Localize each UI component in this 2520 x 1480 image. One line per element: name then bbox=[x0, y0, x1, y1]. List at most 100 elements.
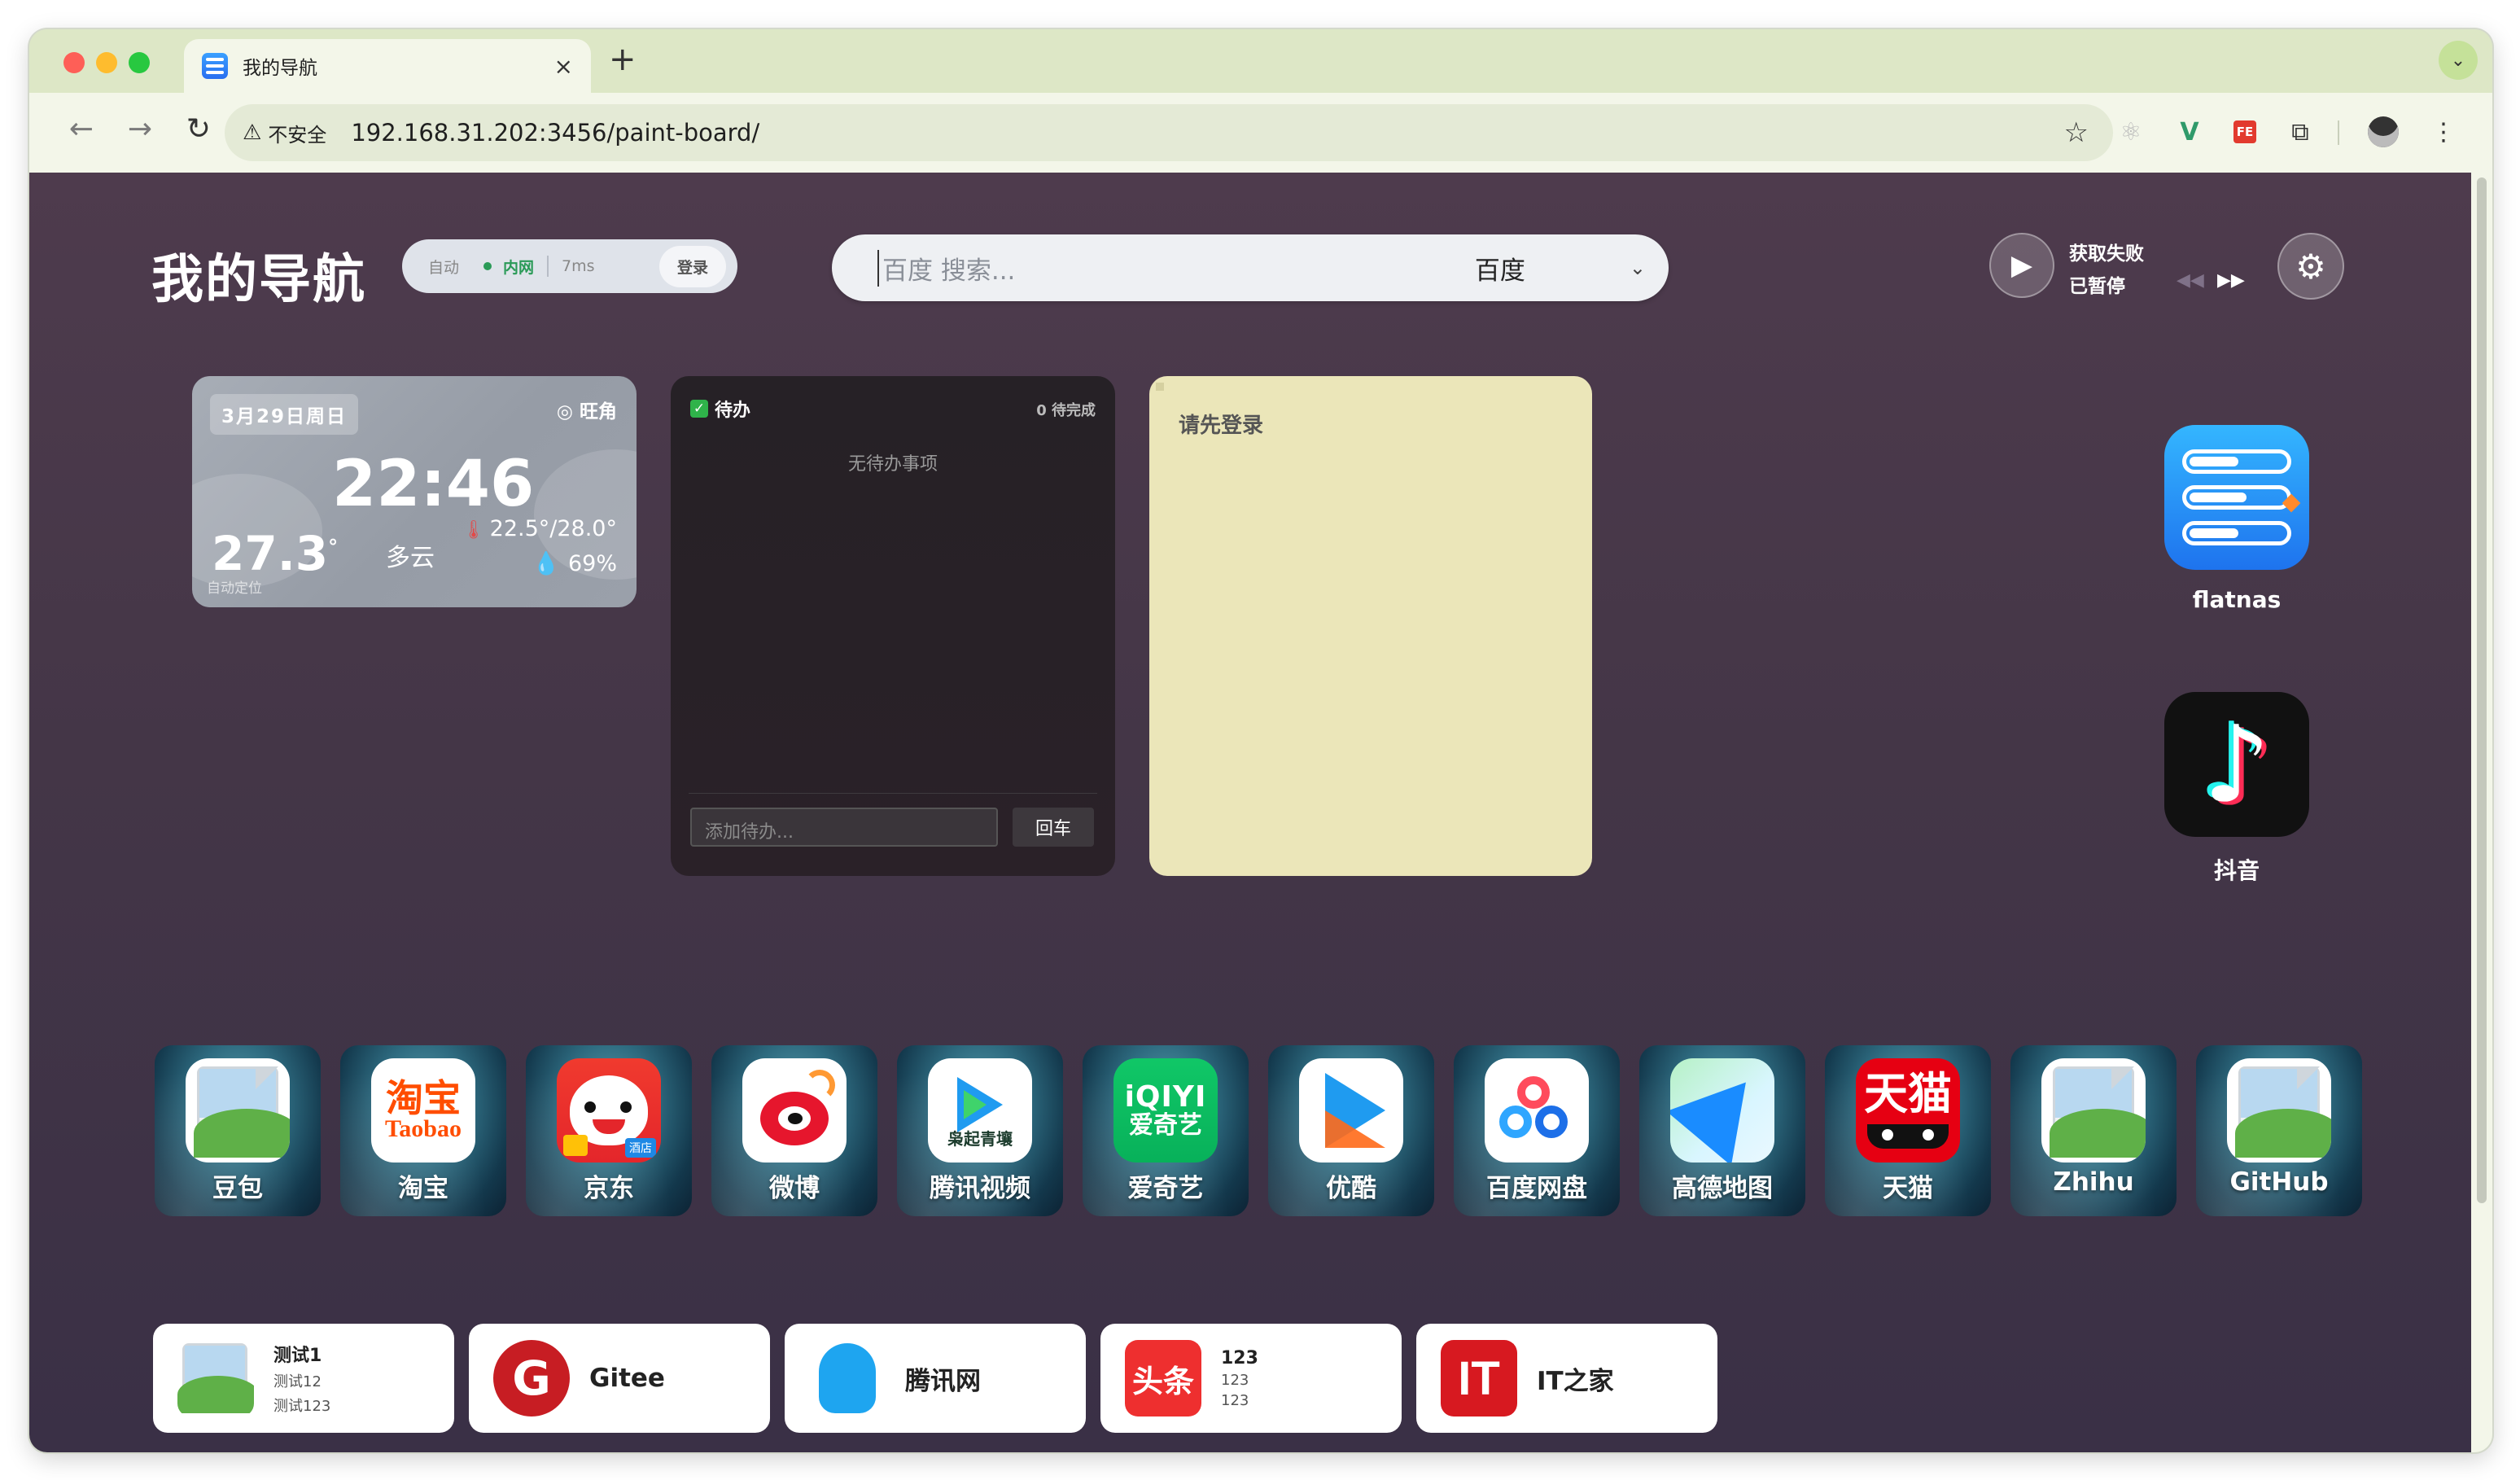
tab-search-button[interactable]: ⌄ bbox=[2439, 41, 2478, 80]
search-input[interactable]: 百度 搜索... bbox=[877, 249, 1475, 287]
thermometer-icon: 🌡 bbox=[462, 520, 485, 541]
jd-badge: 酒店 bbox=[625, 1138, 656, 1158]
scrollbar-thumb[interactable] bbox=[2477, 177, 2487, 1203]
vue-devtools-icon[interactable]: V bbox=[2172, 114, 2207, 150]
image-placeholder-icon bbox=[2227, 1058, 2331, 1163]
app-label: 高德地图 bbox=[1672, 1174, 1773, 1203]
note-corner bbox=[1156, 383, 1164, 391]
card-qq[interactable]: 腾讯网 bbox=[785, 1324, 1086, 1433]
browser-toolbar: ← → ↻ ⚠ 不安全 192.168.31.202:3456/paint-bo… bbox=[29, 93, 2492, 173]
react-devtools-icon[interactable]: ⚛ bbox=[2113, 114, 2149, 150]
app-label: 京东 bbox=[584, 1174, 634, 1203]
new-tab-button[interactable]: + bbox=[609, 41, 637, 78]
chevron-down-icon[interactable]: ⌄ bbox=[1630, 256, 1646, 279]
app-label: flatnas bbox=[2192, 586, 2282, 613]
next-track-icon[interactable]: ▶▶ bbox=[2217, 270, 2245, 291]
previous-track-icon[interactable]: ◀◀ bbox=[2177, 270, 2204, 291]
app-youku[interactable]: 优酷 bbox=[1268, 1045, 1434, 1216]
tencent-video-banner: 枭起青壤 bbox=[947, 1129, 1013, 1149]
app-label: 微博 bbox=[769, 1174, 820, 1203]
flatnas-icon bbox=[2164, 425, 2309, 570]
music-state: 已暂停 bbox=[2069, 276, 2125, 297]
minimize-window-button[interactable] bbox=[96, 52, 117, 73]
app-weibo[interactable]: 微博 bbox=[711, 1045, 877, 1216]
gitee-logo: G bbox=[493, 1340, 570, 1417]
app-doubao[interactable]: 豆包 bbox=[155, 1045, 321, 1216]
todo-input[interactable]: 添加待办... bbox=[690, 808, 998, 847]
maximize-window-button[interactable] bbox=[129, 52, 150, 73]
page-scrollbar[interactable] bbox=[2471, 173, 2492, 1452]
water-drop-icon: 💧 bbox=[532, 551, 560, 576]
fehelper-icon[interactable]: FE bbox=[2227, 114, 2263, 150]
status-pill: 自动 内网 7ms 登录 bbox=[402, 239, 737, 293]
app-baidu-netdisk[interactable]: 百度网盘 bbox=[1454, 1045, 1620, 1216]
login-button[interactable]: 登录 bbox=[658, 245, 726, 287]
network-status[interactable]: 内网 bbox=[474, 256, 544, 278]
play-button[interactable]: ▶ bbox=[1989, 233, 2054, 298]
todo-pending-count: 0 待完成 bbox=[1036, 402, 1096, 419]
bookmark-star-icon[interactable]: ☆ bbox=[2064, 116, 2089, 149]
todo-empty-message: 无待办事项 bbox=[847, 454, 938, 475]
gitee-icon: G bbox=[493, 1340, 570, 1417]
address-bar[interactable]: ⚠ 不安全 192.168.31.202:3456/paint-board/ ☆ bbox=[225, 104, 2113, 161]
jd-icon: 酒店 bbox=[557, 1058, 661, 1163]
location-source: 自动定位 bbox=[207, 580, 262, 597]
app-douyin[interactable]: ♪ 抖音 bbox=[2163, 692, 2310, 886]
tab-strip: 我的导航 × + ⌄ bbox=[29, 29, 2492, 93]
app-tmall[interactable]: 天猫 天猫 bbox=[1825, 1045, 1991, 1216]
profile-avatar[interactable] bbox=[2365, 114, 2401, 150]
app-flatnas[interactable]: flatnas bbox=[2163, 425, 2310, 613]
todo-submit-button[interactable]: 回车 bbox=[1013, 808, 1094, 847]
tencent-video-icon: 枭起青壤 bbox=[928, 1058, 1032, 1163]
card-title: Gitee bbox=[589, 1364, 665, 1393]
mode-toggle[interactable]: 自动 bbox=[413, 256, 474, 278]
clock-time: 22:46 bbox=[332, 448, 535, 521]
weather-date: 3月29日周日 bbox=[210, 394, 359, 435]
tmall-logo-text: 天猫 bbox=[1864, 1068, 1952, 1119]
app-amap[interactable]: 高德地图 bbox=[1639, 1045, 1805, 1216]
toutiao-logo: 头条 bbox=[1131, 1363, 1194, 1399]
app-label: 豆包 bbox=[212, 1174, 263, 1203]
ithome-logo: IT bbox=[1458, 1351, 1500, 1405]
temperature-value: 27.3 bbox=[212, 526, 329, 581]
close-window-button[interactable] bbox=[63, 52, 85, 73]
toolbar-divider bbox=[2338, 120, 2339, 145]
douyin-icon: ♪ bbox=[2164, 692, 2309, 837]
security-indicator[interactable]: ⚠ 不安全 bbox=[243, 119, 326, 147]
qq-icon bbox=[809, 1340, 886, 1417]
search-engine-select[interactable]: 百度 bbox=[1475, 250, 1630, 287]
checkbox-icon: ✓ bbox=[690, 400, 708, 418]
card-ithome[interactable]: IT IT之家 bbox=[1416, 1324, 1717, 1433]
card-test1[interactable]: 测试1 测试12 测试123 bbox=[153, 1324, 454, 1433]
extensions-icon[interactable]: ⧉ bbox=[2282, 114, 2318, 150]
card-title: IT之家 bbox=[1537, 1366, 1614, 1396]
card-title: 测试1 bbox=[273, 1346, 322, 1366]
tab-title: 我的导航 bbox=[243, 58, 317, 79]
card-subtitle: 123 bbox=[1221, 1371, 1249, 1389]
temperature-range: 🌡 22.5°/28.0° bbox=[462, 516, 617, 541]
url-text[interactable]: 192.168.31.202:3456/paint-board/ bbox=[351, 119, 759, 147]
app-tencent-video[interactable]: 枭起青壤 腾讯视频 bbox=[897, 1045, 1063, 1216]
weather-location[interactable]: ◎ 旺角 bbox=[557, 396, 617, 423]
forward-button[interactable]: → bbox=[120, 112, 160, 146]
app-iqiyi[interactable]: iQIYI 爱奇艺 爱奇艺 bbox=[1083, 1045, 1249, 1216]
app-taobao[interactable]: 淘宝 Taobao 淘宝 bbox=[340, 1045, 506, 1216]
music-title: 获取失败 bbox=[2069, 243, 2144, 265]
taobao-logo-text: 淘宝 bbox=[386, 1076, 461, 1120]
browser-menu-icon[interactable]: ⋮ bbox=[2426, 114, 2461, 150]
app-label: 淘宝 bbox=[398, 1174, 448, 1203]
app-jd[interactable]: 酒店 京东 bbox=[526, 1045, 692, 1216]
app-github[interactable]: GitHub bbox=[2196, 1045, 2362, 1216]
browser-tab[interactable]: 我的导航 × bbox=[184, 39, 591, 93]
back-button[interactable]: ← bbox=[62, 112, 101, 146]
sticky-note-widget[interactable]: 请先登录 bbox=[1149, 376, 1592, 876]
todo-widget: ✓ 待办 0 待完成 无待办事项 添加待办... 回车 bbox=[671, 376, 1115, 876]
app-zhihu[interactable]: Zhihu bbox=[2010, 1045, 2177, 1216]
tab-close-icon[interactable]: × bbox=[554, 53, 573, 80]
app-label: Zhihu bbox=[2053, 1167, 2134, 1197]
taobao-icon: 淘宝 Taobao bbox=[371, 1058, 475, 1163]
card-toutiao[interactable]: 头条 123 123 123 bbox=[1100, 1324, 1402, 1433]
reload-button[interactable]: ↻ bbox=[179, 112, 218, 146]
settings-gear-icon[interactable]: ⚙ bbox=[2277, 233, 2344, 300]
card-gitee[interactable]: G Gitee bbox=[469, 1324, 770, 1433]
